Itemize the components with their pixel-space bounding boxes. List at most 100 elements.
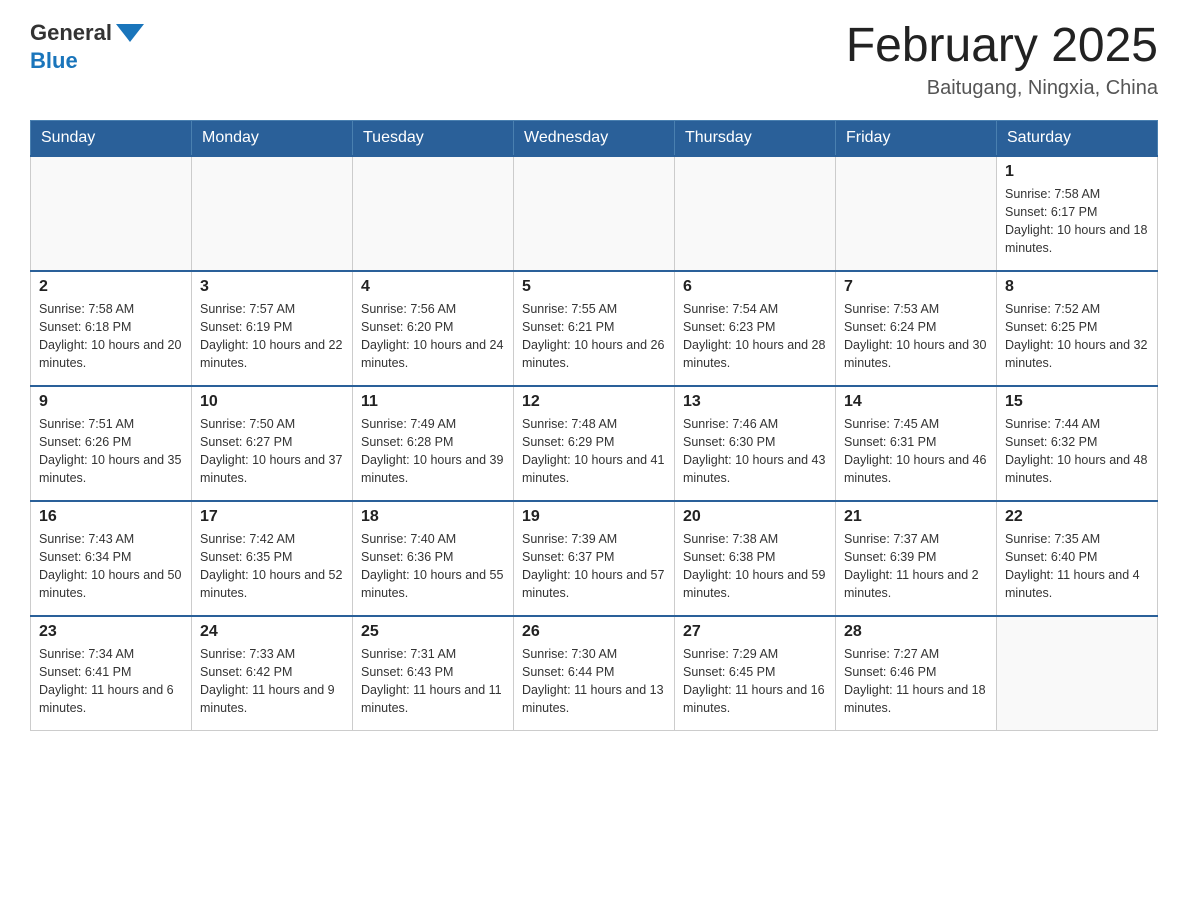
calendar-cell <box>997 616 1158 731</box>
calendar-cell <box>514 156 675 271</box>
day-number: 13 <box>683 393 827 411</box>
day-header-saturday: Saturday <box>997 120 1158 156</box>
week-row-3: 9 Sunrise: 7:51 AMSunset: 6:26 PMDaylight… <box>31 386 1158 501</box>
day-number: 7 <box>844 278 988 296</box>
day-number: 8 <box>1005 278 1149 296</box>
calendar-cell <box>192 156 353 271</box>
calendar-cell: 27 Sunrise: 7:29 AMSunset: 6:45 PMDayligh… <box>675 616 836 731</box>
calendar-cell <box>353 156 514 271</box>
calendar-cell: 13 Sunrise: 7:46 AMSunset: 6:30 PMDayligh… <box>675 386 836 501</box>
day-info: Sunrise: 7:55 AMSunset: 6:21 PMDaylight:… <box>522 300 666 373</box>
week-row-5: 23 Sunrise: 7:34 AMSunset: 6:41 PMDayligh… <box>31 616 1158 731</box>
day-number: 20 <box>683 508 827 526</box>
day-header-wednesday: Wednesday <box>514 120 675 156</box>
day-number: 23 <box>39 623 183 641</box>
day-number: 21 <box>844 508 988 526</box>
day-info: Sunrise: 7:38 AMSunset: 6:38 PMDaylight:… <box>683 530 827 603</box>
day-number: 2 <box>39 278 183 296</box>
calendar-cell: 25 Sunrise: 7:31 AMSunset: 6:43 PMDayligh… <box>353 616 514 731</box>
day-number: 18 <box>361 508 505 526</box>
day-number: 4 <box>361 278 505 296</box>
day-number: 24 <box>200 623 344 641</box>
day-info: Sunrise: 7:43 AMSunset: 6:34 PMDaylight:… <box>39 530 183 603</box>
day-info: Sunrise: 7:40 AMSunset: 6:36 PMDaylight:… <box>361 530 505 603</box>
day-number: 1 <box>1005 163 1149 181</box>
day-info: Sunrise: 7:52 AMSunset: 6:25 PMDaylight:… <box>1005 300 1149 373</box>
page-header: General Blue February 2025 Baitugang, Ni… <box>30 20 1158 100</box>
day-info: Sunrise: 7:37 AMSunset: 6:39 PMDaylight:… <box>844 530 988 603</box>
calendar-cell: 20 Sunrise: 7:38 AMSunset: 6:38 PMDayligh… <box>675 501 836 616</box>
calendar-cell: 24 Sunrise: 7:33 AMSunset: 6:42 PMDayligh… <box>192 616 353 731</box>
day-info: Sunrise: 7:35 AMSunset: 6:40 PMDaylight:… <box>1005 530 1149 603</box>
day-number: 19 <box>522 508 666 526</box>
day-info: Sunrise: 7:42 AMSunset: 6:35 PMDaylight:… <box>200 530 344 603</box>
week-row-4: 16 Sunrise: 7:43 AMSunset: 6:34 PMDayligh… <box>31 501 1158 616</box>
day-info: Sunrise: 7:48 AMSunset: 6:29 PMDaylight:… <box>522 415 666 488</box>
day-number: 5 <box>522 278 666 296</box>
month-title: February 2025 <box>846 20 1158 73</box>
calendar-header-row: SundayMondayTuesdayWednesdayThursdayFrid… <box>31 120 1158 156</box>
calendar-cell: 14 Sunrise: 7:45 AMSunset: 6:31 PMDayligh… <box>836 386 997 501</box>
calendar-cell <box>836 156 997 271</box>
calendar-cell: 12 Sunrise: 7:48 AMSunset: 6:29 PMDayligh… <box>514 386 675 501</box>
week-row-2: 2 Sunrise: 7:58 AMSunset: 6:18 PMDaylight… <box>31 271 1158 386</box>
day-info: Sunrise: 7:46 AMSunset: 6:30 PMDaylight:… <box>683 415 827 488</box>
calendar-cell: 19 Sunrise: 7:39 AMSunset: 6:37 PMDayligh… <box>514 501 675 616</box>
day-info: Sunrise: 7:45 AMSunset: 6:31 PMDaylight:… <box>844 415 988 488</box>
day-number: 25 <box>361 623 505 641</box>
day-number: 22 <box>1005 508 1149 526</box>
day-number: 15 <box>1005 393 1149 411</box>
title-section: February 2025 Baitugang, Ningxia, China <box>846 20 1158 100</box>
day-number: 12 <box>522 393 666 411</box>
day-info: Sunrise: 7:39 AMSunset: 6:37 PMDaylight:… <box>522 530 666 603</box>
day-header-sunday: Sunday <box>31 120 192 156</box>
day-info: Sunrise: 7:33 AMSunset: 6:42 PMDaylight:… <box>200 645 344 718</box>
calendar-cell <box>31 156 192 271</box>
day-info: Sunrise: 7:53 AMSunset: 6:24 PMDaylight:… <box>844 300 988 373</box>
calendar-cell: 7 Sunrise: 7:53 AMSunset: 6:24 PMDaylight… <box>836 271 997 386</box>
day-number: 14 <box>844 393 988 411</box>
logo-general-text: General <box>30 20 112 46</box>
day-info: Sunrise: 7:34 AMSunset: 6:41 PMDaylight:… <box>39 645 183 718</box>
calendar-cell: 4 Sunrise: 7:56 AMSunset: 6:20 PMDaylight… <box>353 271 514 386</box>
day-number: 16 <box>39 508 183 526</box>
calendar-cell: 1 Sunrise: 7:58 AMSunset: 6:17 PMDaylight… <box>997 156 1158 271</box>
day-header-tuesday: Tuesday <box>353 120 514 156</box>
calendar-cell <box>675 156 836 271</box>
calendar-cell: 11Sunrise: 7:49 AMSunset: 6:28 PMDayligh… <box>353 386 514 501</box>
day-number: 9 <box>39 393 183 411</box>
calendar-cell: 10Sunrise: 7:50 AMSunset: 6:27 PMDayligh… <box>192 386 353 501</box>
day-info: Sunrise: 7:58 AMSunset: 6:17 PMDaylight:… <box>1005 185 1149 258</box>
day-info: Sunrise: 7:51 AMSunset: 6:26 PMDaylight:… <box>39 415 183 488</box>
week-row-1: 1 Sunrise: 7:58 AMSunset: 6:17 PMDaylight… <box>31 156 1158 271</box>
calendar-cell: 5 Sunrise: 7:55 AMSunset: 6:21 PMDaylight… <box>514 271 675 386</box>
calendar-cell: 15 Sunrise: 7:44 AMSunset: 6:32 PMDayligh… <box>997 386 1158 501</box>
day-header-monday: Monday <box>192 120 353 156</box>
calendar-cell: 18 Sunrise: 7:40 AMSunset: 6:36 PMDayligh… <box>353 501 514 616</box>
calendar-cell: 3Sunrise: 7:57 AMSunset: 6:19 PMDaylight… <box>192 271 353 386</box>
calendar-cell: 21 Sunrise: 7:37 AMSunset: 6:39 PMDayligh… <box>836 501 997 616</box>
calendar-cell: 23 Sunrise: 7:34 AMSunset: 6:41 PMDayligh… <box>31 616 192 731</box>
calendar-cell: 28 Sunrise: 7:27 AMSunset: 6:46 PMDayligh… <box>836 616 997 731</box>
day-info: Sunrise: 7:29 AMSunset: 6:45 PMDaylight:… <box>683 645 827 718</box>
day-info: Sunrise: 7:58 AMSunset: 6:18 PMDaylight:… <box>39 300 183 373</box>
day-info: Sunrise: 7:50 AMSunset: 6:27 PMDaylight:… <box>200 415 344 488</box>
day-number: 28 <box>844 623 988 641</box>
location-text: Baitugang, Ningxia, China <box>846 77 1158 100</box>
day-info: Sunrise: 7:56 AMSunset: 6:20 PMDaylight:… <box>361 300 505 373</box>
calendar-table: SundayMondayTuesdayWednesdayThursdayFrid… <box>30 120 1158 732</box>
day-number: 27 <box>683 623 827 641</box>
logo-top: General <box>30 20 144 46</box>
day-info: Sunrise: 7:30 AMSunset: 6:44 PMDaylight:… <box>522 645 666 718</box>
logo-blue-text: Blue <box>30 48 78 74</box>
day-info: Sunrise: 7:31 AMSunset: 6:43 PMDaylight:… <box>361 645 505 718</box>
calendar-cell: 9 Sunrise: 7:51 AMSunset: 6:26 PMDaylight… <box>31 386 192 501</box>
day-info: Sunrise: 7:27 AMSunset: 6:46 PMDaylight:… <box>844 645 988 718</box>
day-number: 17 <box>200 508 344 526</box>
logo: General Blue <box>30 20 144 74</box>
day-number: 26 <box>522 623 666 641</box>
calendar-cell: 2 Sunrise: 7:58 AMSunset: 6:18 PMDaylight… <box>31 271 192 386</box>
day-info: Sunrise: 7:44 AMSunset: 6:32 PMDaylight:… <box>1005 415 1149 488</box>
day-header-friday: Friday <box>836 120 997 156</box>
day-number: 11 <box>361 393 505 411</box>
